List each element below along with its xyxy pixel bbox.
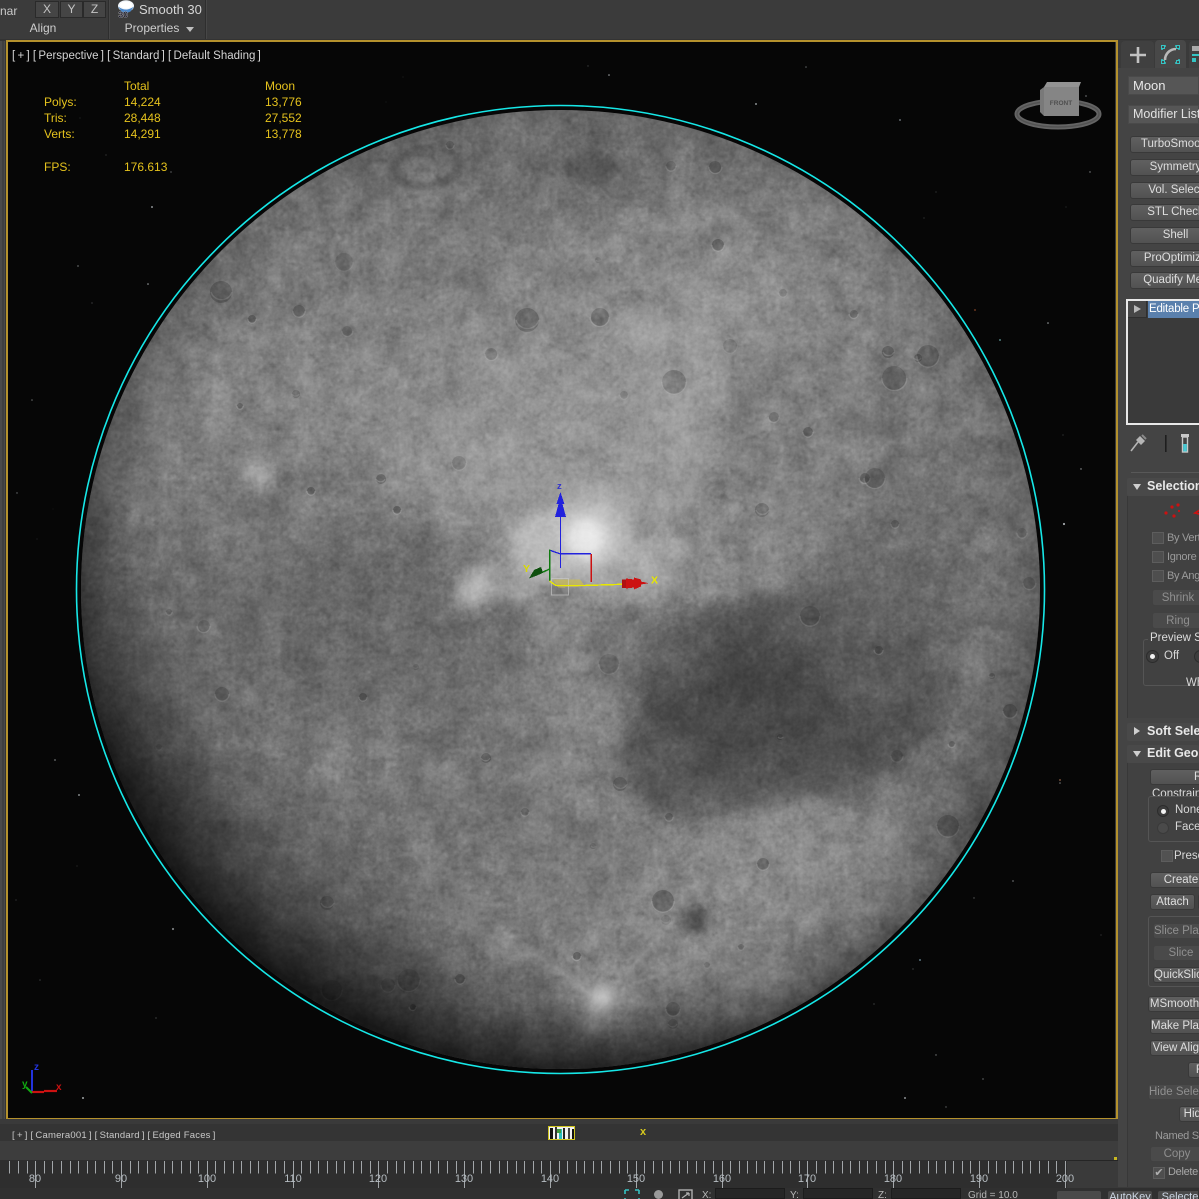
svg-text:30: 30 [119, 10, 129, 20]
